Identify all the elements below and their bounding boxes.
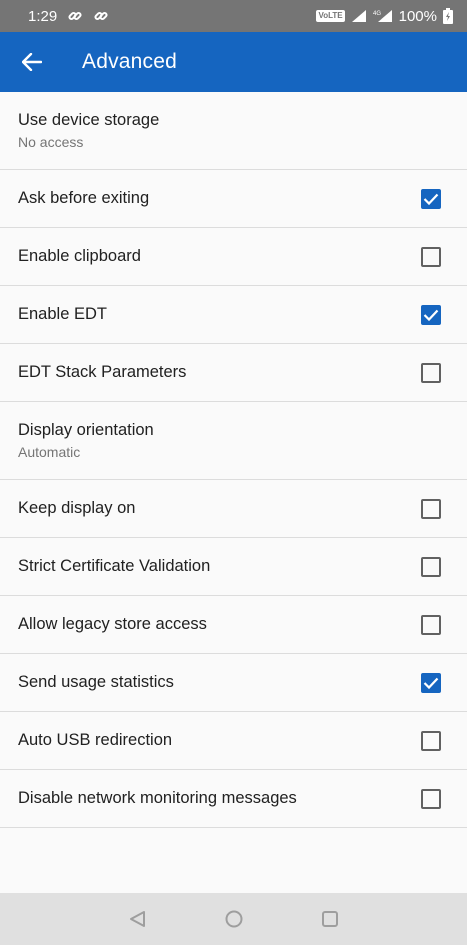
nav-home-button[interactable] [222, 907, 246, 931]
page-title: Advanced [82, 50, 178, 73]
app-bar: Advanced [0, 32, 467, 92]
svg-text:4G: 4G [373, 11, 381, 17]
setting-auto-usb-redirection[interactable]: Auto USB redirection [0, 712, 467, 770]
allow-legacy-store-access-checkbox[interactable] [421, 614, 441, 635]
setting-edt-stack-parameters[interactable]: EDT Stack Parameters [0, 344, 467, 402]
disable-network-monitoring-messages-checkbox[interactable] [421, 788, 441, 809]
strict-certificate-validation-checkbox[interactable] [421, 556, 441, 577]
link-icon [67, 8, 83, 24]
back-button[interactable] [0, 32, 64, 92]
setting-strict-certificate-validation[interactable]: Strict Certificate Validation [0, 538, 467, 596]
setting-ask-before-exiting[interactable]: Ask before exiting [0, 170, 467, 228]
ask-before-exiting-checkbox[interactable] [421, 188, 441, 209]
nav-recents-button[interactable] [318, 907, 342, 931]
battery-icon [443, 8, 453, 24]
send-usage-statistics-checkbox[interactable] [421, 672, 441, 693]
setting-disable-network-monitoring-messages[interactable]: Disable network monitoring messages [0, 770, 467, 828]
enable-clipboard-checkbox[interactable] [421, 246, 441, 267]
system-nav-bar [0, 893, 467, 945]
recents-square-icon [321, 911, 338, 927]
setting-title: Disable network monitoring messages [18, 789, 297, 807]
arrow-back-icon [22, 53, 42, 71]
setting-title: Keep display on [18, 499, 136, 517]
setting-title: Display orientation [18, 421, 154, 439]
setting-title: Enable EDT [18, 305, 107, 323]
setting-subtitle: Automatic [18, 444, 81, 460]
back-triangle-icon [129, 911, 145, 927]
setting-title: Strict Certificate Validation [18, 557, 211, 575]
checkmark-icon [423, 193, 439, 205]
setting-enable-clipboard[interactable]: Enable clipboard [0, 228, 467, 286]
setting-keep-display-on[interactable]: Keep display on [0, 480, 467, 538]
setting-subtitle: No access [18, 134, 84, 150]
link-icon [93, 8, 109, 24]
setting-display-orientation[interactable]: Display orientation Automatic [0, 402, 467, 480]
setting-title: Use device storage [18, 111, 160, 129]
auto-usb-redirection-checkbox[interactable] [421, 730, 441, 751]
checkmark-icon [423, 677, 439, 689]
status-time: 1:29 [28, 7, 58, 25]
checkmark-icon [423, 309, 439, 321]
edt-stack-parameters-checkbox[interactable] [421, 362, 441, 383]
keep-display-on-checkbox[interactable] [421, 498, 441, 519]
setting-title: Auto USB redirection [18, 731, 173, 749]
setting-title: EDT Stack Parameters [18, 363, 187, 381]
setting-title: Send usage statistics [18, 673, 174, 691]
volte-badge: VoLTE [316, 10, 345, 22]
setting-send-usage-statistics[interactable]: Send usage statistics [0, 654, 467, 712]
settings-list: Use device storage No access Ask before … [0, 92, 467, 828]
4g-signal-icon: 4G [373, 9, 393, 23]
setting-title: Allow legacy store access [18, 615, 207, 633]
setting-title: Ask before exiting [18, 189, 150, 207]
setting-enable-edt[interactable]: Enable EDT [0, 286, 467, 344]
nav-back-button[interactable] [126, 907, 150, 931]
enable-edt-checkbox[interactable] [421, 304, 441, 325]
signal-icon [351, 9, 367, 23]
home-circle-icon [225, 910, 242, 928]
setting-title: Enable clipboard [18, 247, 141, 265]
setting-use-device-storage[interactable]: Use device storage No access [0, 92, 467, 170]
status-bar: 1:29 VoLTE 4G 100% [0, 0, 467, 32]
battery-percentage: 100% [398, 7, 437, 25]
setting-allow-legacy-store-access[interactable]: Allow legacy store access [0, 596, 467, 654]
